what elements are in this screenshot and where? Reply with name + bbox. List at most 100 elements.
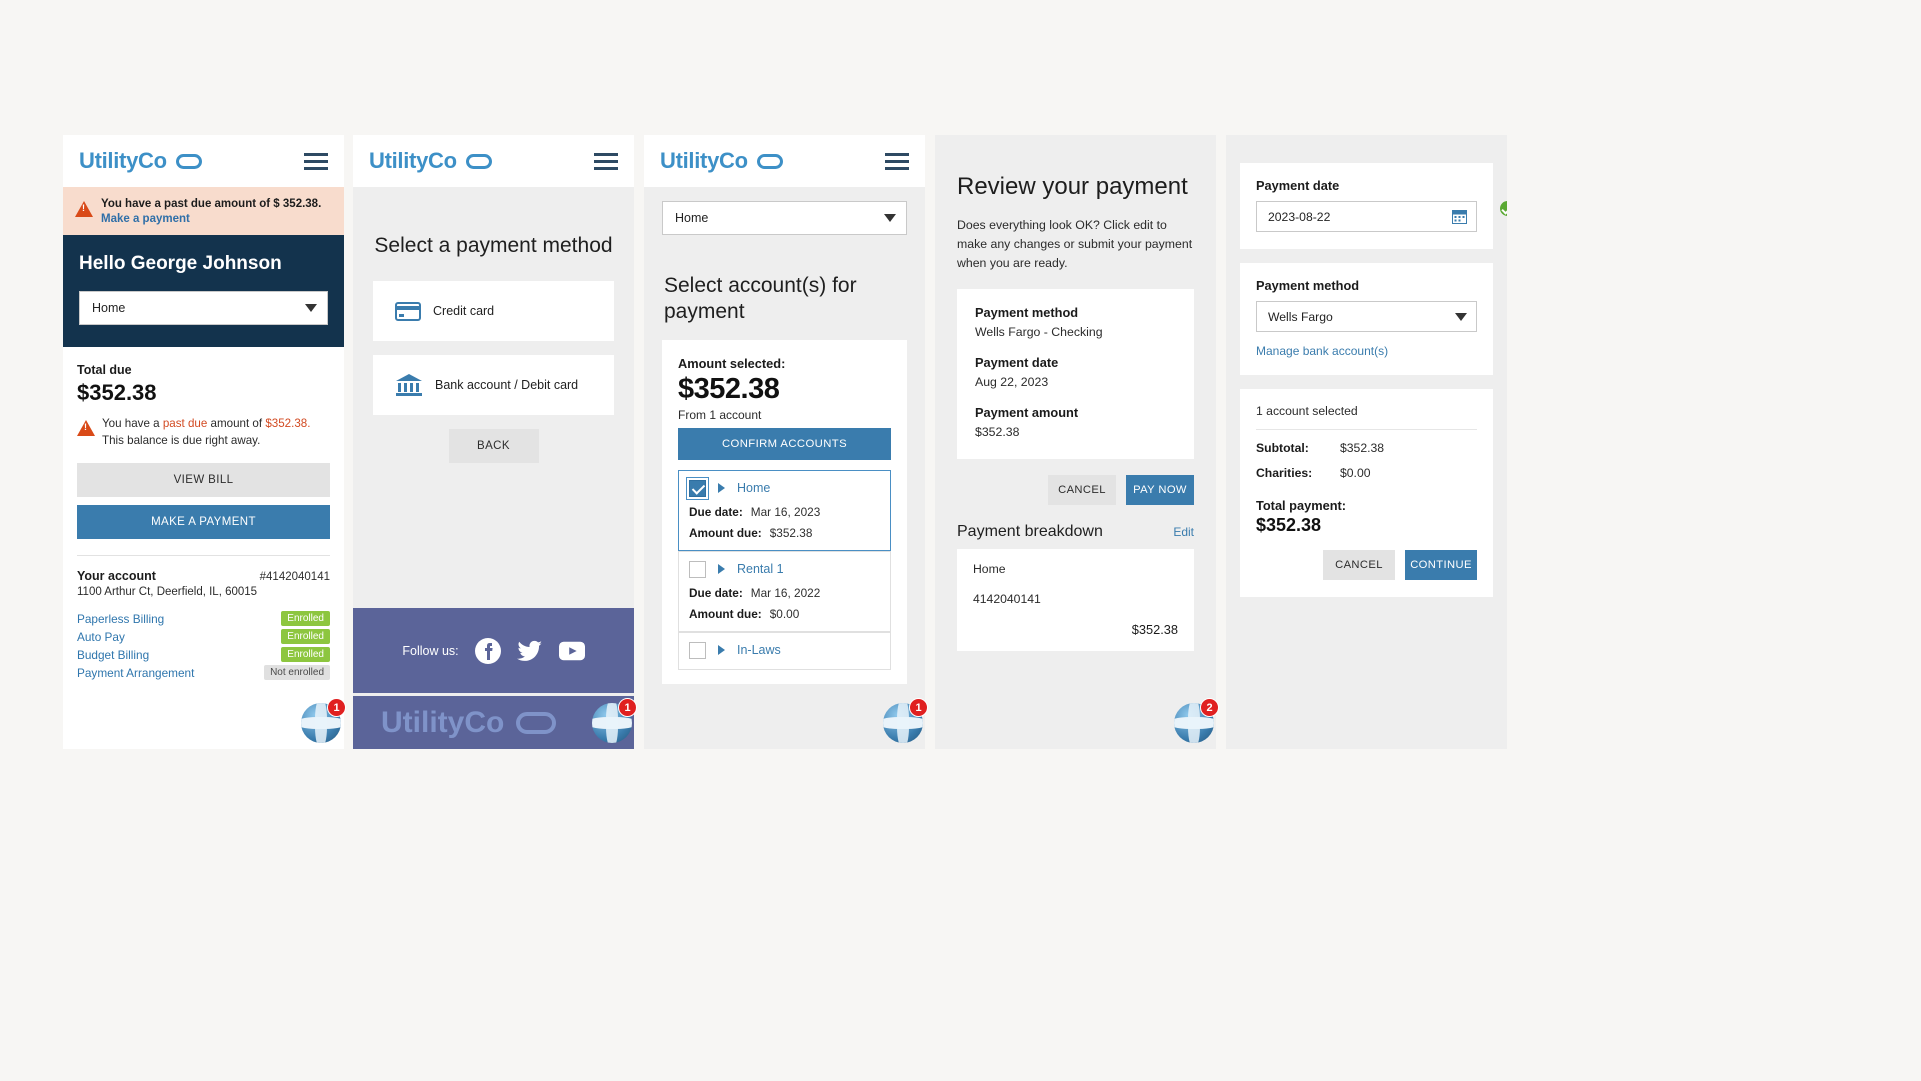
calendar-icon[interactable] [1452,209,1467,224]
account-select-dropdown[interactable]: Home [79,290,328,325]
payment-date-card: Payment date 2023-08-22 [1240,163,1507,249]
footer-brand-name: UtilityCo [381,705,505,739]
manage-bank-accounts-link[interactable]: Manage bank account(s) [1256,344,1477,358]
help-widget-1[interactable]: 1 [301,698,346,743]
cancel-button[interactable]: CANCEL [1048,475,1116,506]
help-badge-count: 1 [327,698,346,717]
pay-now-button[interactable]: PAY NOW [1126,475,1194,506]
make-payment-button[interactable]: MAKE A PAYMENT [77,505,330,540]
charities-value: $0.00 [1340,466,1371,480]
payment-breakdown-card: Home 4142040141 $352.38 [957,549,1194,652]
payment-date-label: Payment date [1256,178,1340,193]
help-widget-3[interactable]: 1 [883,698,928,743]
back-button[interactable]: BACK [448,429,539,464]
check-circle-icon [1500,201,1507,216]
payment-date-input[interactable]: 2023-08-22 [1256,201,1477,232]
panel-account-overview: UtilityCo You have a past due amount of … [63,135,344,749]
accounts-selected-text: 1 account selected [1256,404,1477,430]
brand-name: UtilityCo [660,148,748,173]
amount-selected-card: Amount selected: $352.38 From 1 account … [662,339,907,684]
amount-due-value: $352.38 [769,525,813,540]
total-due-card: Total due $352.38 You have a past due am… [63,346,344,681]
checkbox-rental-1[interactable] [689,560,706,578]
continue-button[interactable]: CONTINUE [1405,550,1477,580]
youtube-icon[interactable] [558,638,585,664]
warning-triangle-icon [75,201,93,217]
enrollment-link-auto-pay[interactable]: Auto Pay [77,630,125,644]
charities-label: Charities: [1256,466,1313,480]
enrollment-link-budget-billing[interactable]: Budget Billing [77,648,149,662]
past-due-note: You have a past due amount of $352.38. T… [77,415,330,450]
list-item[interactable]: Budget Billing Enrolled [77,647,330,663]
payment-method-dropdown[interactable]: Wells Fargo [1256,301,1477,332]
account-select-dropdown[interactable]: Home [662,201,907,235]
account-row-home[interactable]: Home Due date: Mar 16, 2023 Amount due: … [678,469,891,551]
amount-due-label: Amount due: [689,606,762,621]
brand-logo[interactable]: UtilityCo [79,148,202,174]
app-header-2: UtilityCo [353,135,634,187]
expand-triangle-icon[interactable] [718,483,725,493]
summary-value-payment-amount: $352.38 [975,425,1020,440]
chevron-down-icon [305,303,317,312]
amount-due-row: Amount due: $0.00 [689,607,880,621]
account-row-in-laws[interactable]: In-Laws [678,631,891,670]
screenshot-stage: UtilityCo You have a past due amount of … [0,0,1921,1081]
list-item[interactable]: Payment Arrangement Not enrolled [77,665,330,681]
charities-row: Charities: $0.00 [1256,466,1477,480]
help-widget-2[interactable]: 1 [592,698,637,743]
payment-method-label: Payment method [1256,278,1360,293]
review-actions: CANCEL PAY NOW [957,475,1194,506]
total-payment-label: Total payment: [1256,498,1347,513]
hamburger-menu-icon[interactable] [304,152,328,170]
chevron-down-icon [884,214,896,222]
payment-method-credit-card[interactable]: Credit card [373,281,614,342]
breakdown-account-number: 4142040141 [973,592,1041,607]
expand-triangle-icon[interactable] [718,645,725,655]
account-name[interactable]: Home [737,481,770,495]
due-date-row: Due date: Mar 16, 2023 [689,505,880,519]
amount-due-row: Amount due: $352.38 [689,526,880,540]
status-badge: Enrolled [281,611,330,627]
past-due-amount: $352.38. [265,416,311,430]
total-due-amount: $352.38 [77,379,157,405]
credit-card-icon [395,301,421,321]
greeting-text: Hello George Johnson [79,252,282,274]
view-bill-button[interactable]: VIEW BILL [77,463,330,498]
cancel-button[interactable]: CANCEL [1323,550,1395,580]
checkbox-home[interactable] [689,479,706,497]
hamburger-menu-icon[interactable] [885,152,909,170]
enrollment-link-paperless-billing[interactable]: Paperless Billing [77,612,164,626]
help-widget-4[interactable]: 2 [1174,698,1219,743]
list-item[interactable]: Paperless Billing Enrolled [77,611,330,627]
status-badge: Enrolled [281,647,330,663]
edit-link[interactable]: Edit [1173,525,1194,539]
account-name[interactable]: Rental 1 [737,562,784,576]
list-item[interactable]: Auto Pay Enrolled [77,629,330,645]
payment-method-bank-account[interactable]: Bank account / Debit card [373,355,614,416]
account-name[interactable]: In-Laws [737,643,781,657]
hamburger-menu-icon[interactable] [594,152,618,170]
breakdown-amount: $352.38 [1131,622,1178,638]
bank-icon [396,374,422,397]
summary-value-payment-date: Aug 22, 2023 [975,375,1049,390]
checkbox-in-laws[interactable] [689,641,706,659]
panel-select-payment-method: UtilityCo Select a payment method Credit… [353,135,634,749]
payment-breakdown-header: Payment breakdown Edit [957,523,1194,541]
brand-logo[interactable]: UtilityCo [369,148,492,174]
expand-triangle-icon[interactable] [718,564,725,574]
twitter-icon[interactable] [516,638,543,664]
follow-us-label: Follow us: [402,643,459,658]
alert-make-payment-link[interactable]: Make a payment [101,213,321,225]
facebook-icon[interactable] [474,637,501,664]
status-badge: Not enrolled [264,665,330,681]
account-row-rental-1[interactable]: Rental 1 Due date: Mar 16, 2022 Amount d… [678,550,891,632]
summary-key-payment-amount: Payment amount [975,405,1079,421]
panel-review-payment: Review your payment Does everything look… [935,135,1216,749]
past-due-text-2: amount of [207,416,266,430]
total-due-label: Total due [77,362,132,377]
payment-totals-card: 1 account selected Subtotal: $352.38 Cha… [1240,389,1493,597]
enrollment-link-payment-arrangement[interactable]: Payment Arrangement [77,666,194,680]
confirm-accounts-button[interactable]: CONFIRM ACCOUNTS [678,427,891,460]
account-address: 1100 Arthur Ct, Deerfield, IL, 60015 [77,586,258,599]
brand-logo[interactable]: UtilityCo [660,148,783,174]
